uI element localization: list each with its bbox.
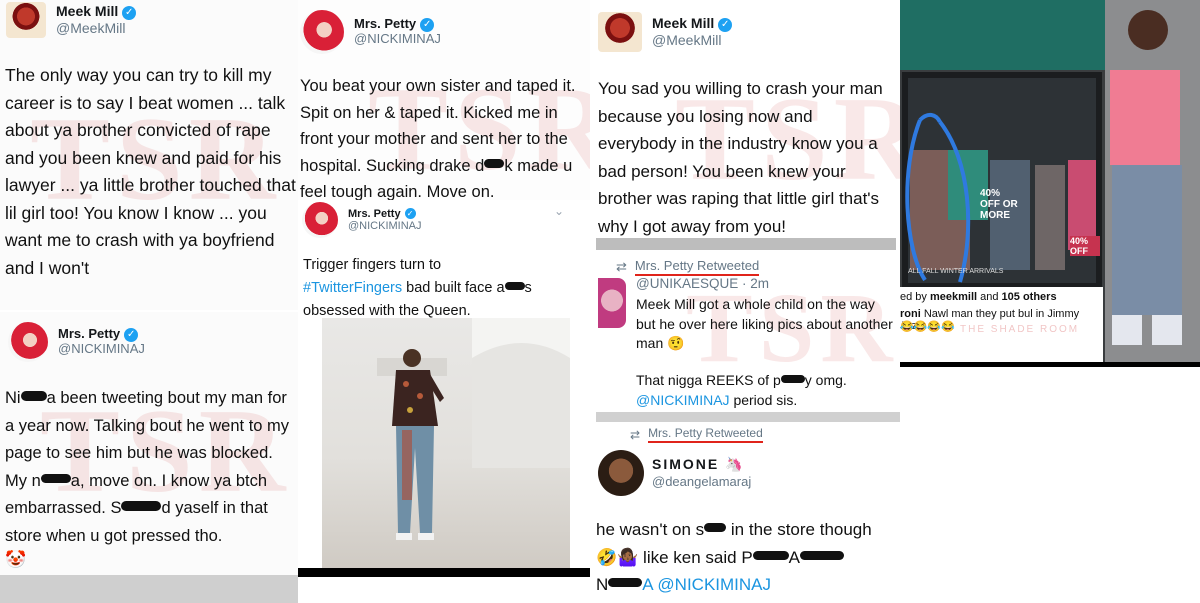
avatar[interactable] xyxy=(598,450,644,496)
user-handle[interactable]: @MeekMill xyxy=(652,32,732,48)
mention-link[interactable]: A @NICKIMINAJ xyxy=(642,575,771,594)
verified-badge-icon: ✓ xyxy=(122,6,137,21)
likes-count[interactable]: 105 others xyxy=(1002,291,1057,303)
display-name[interactable]: Meek Mill xyxy=(56,3,118,19)
redaction-mark xyxy=(752,550,789,560)
retweet-icon: ⇄ xyxy=(616,259,627,274)
display-name[interactable]: SIMONE 🦄 xyxy=(652,456,745,473)
tweet-text: The only way you can try to kill my care… xyxy=(5,65,296,278)
divider xyxy=(596,238,896,250)
tweet-petty-2: TSR Mrs. Petty ✓ @NICKIMINAJ You beat you… xyxy=(298,0,590,200)
tweet-text-line: Trigger fingers turn to xyxy=(303,257,442,273)
store-sign: 40% OFF OR MORE xyxy=(980,188,1020,221)
likes-line: ed by meekmill and 105 others xyxy=(900,291,1103,303)
tweet-text-part: period sis. xyxy=(729,391,798,408)
divider xyxy=(298,568,590,577)
tweet-text-part: A xyxy=(788,547,801,567)
likes-prefix: ed by xyxy=(900,291,930,303)
avatar[interactable] xyxy=(302,202,338,238)
tweet-text: Meek Mill got a whole child on the way b… xyxy=(636,296,893,351)
display-name[interactable]: Mrs. Petty xyxy=(354,16,416,31)
avatar[interactable] xyxy=(598,278,626,328)
avatar[interactable] xyxy=(300,10,344,54)
tweet-text: Ni a been tweeting bout my man for a year… xyxy=(5,385,297,550)
tweet-text-part: N xyxy=(596,575,609,594)
avatar[interactable] xyxy=(8,322,48,362)
store-sign-2: 40% OFF xyxy=(1070,236,1100,256)
avatar[interactable] xyxy=(598,12,642,52)
redaction-mark xyxy=(40,473,71,484)
user-handle[interactable]: @MeekMill xyxy=(56,20,136,36)
redaction-mark xyxy=(121,501,162,511)
retweet-simone: ⇄ Mrs. Petty Retweeted SIMONE 🦄 @deangel… xyxy=(590,422,900,603)
tweet-text-part: That nigga REEKS of p xyxy=(636,372,781,388)
retweeted-label[interactable]: Mrs. Petty Retweeted xyxy=(634,258,760,276)
display-name[interactable]: Mrs. Petty xyxy=(58,326,120,341)
retweeted-label[interactable]: Mrs. Petty Retweeted xyxy=(648,426,763,443)
comment-emojis: 😂😂😂😂 xyxy=(900,321,955,333)
retweet-unika: TSR ⇄ Mrs. Petty Retweeted @UNIKAESQUE ·… xyxy=(596,250,900,422)
redaction-mark xyxy=(704,523,727,533)
avatar[interactable] xyxy=(6,2,46,38)
tweet-text-part: y omg. xyxy=(804,372,847,388)
user-handle[interactable]: @NICKIMINAJ xyxy=(58,341,145,357)
user-handle[interactable]: @UNIKAESQUE · 2m xyxy=(636,276,769,291)
display-name[interactable]: Meek Mill xyxy=(652,15,714,31)
verified-badge-icon: ✓ xyxy=(420,18,435,33)
display-name[interactable]: Mrs. Petty xyxy=(348,208,401,220)
redaction-mark xyxy=(484,158,505,169)
tweet-text-part: he wasn't on s xyxy=(596,520,705,539)
redaction-mark xyxy=(20,391,47,401)
likes-mid: and xyxy=(977,291,1002,303)
redaction-mark xyxy=(780,375,805,383)
redaction-mark xyxy=(504,281,525,290)
liker-username[interactable]: meekmill xyxy=(930,291,977,303)
user-handle[interactable]: @NICKIMINAJ xyxy=(354,31,441,47)
tweet-text-part: bad built face a xyxy=(402,280,505,296)
sign-line: 40% OFF OR MORE xyxy=(980,188,1018,221)
verified-badge-icon: ✓ xyxy=(404,207,416,219)
comment-username[interactable]: roni xyxy=(900,308,921,320)
retweet-icon: ⇄ xyxy=(630,427,641,442)
divider xyxy=(596,412,900,422)
verified-badge-icon: ✓ xyxy=(124,328,139,343)
tweet-text-part: Ni xyxy=(5,389,21,407)
photo-scene xyxy=(377,318,570,540)
clown-emoji-icon: 🤡 xyxy=(5,550,27,569)
tweet-text: That nigga REEKS of py omg. @NICKIMINAJ … xyxy=(636,371,898,410)
instagram-post: 40% OFF OR MORE 40% OFF ALL FALL WINTER … xyxy=(900,0,1200,367)
tweet-text: You sad you willing to crash your man be… xyxy=(598,79,883,236)
tweet-text: Trigger fingers turn to #TwitterFingers … xyxy=(303,254,588,323)
sign-subline: ALL FALL WINTER ARRIVALS xyxy=(908,268,1004,275)
watermark-subtitle: THE SHADE ROOM xyxy=(960,324,1080,335)
user-handle[interactable]: @NICKIMINAJ xyxy=(348,220,422,233)
tweet-text-part: 🤣🤷🏾‍♀️ like ken said P xyxy=(596,547,753,567)
tweet-text: You beat your own sister and taped it. S… xyxy=(300,73,590,200)
blank-area xyxy=(900,367,1200,603)
tweet-meek-2: TSR Meek Mill ✓ @MeekMill You sad you wil… xyxy=(590,0,900,250)
tweet-petty-3: Mrs. Petty ✓ @NICKIMINAJ ⌄ Trigger finger… xyxy=(298,200,590,603)
hashtag-link[interactable]: #TwitterFingers xyxy=(303,280,402,296)
verified-badge-icon: ✓ xyxy=(718,18,733,33)
user-handle[interactable]: @deangelamaraj xyxy=(652,474,751,489)
redaction-mark xyxy=(800,550,845,560)
tweet-photo[interactable] xyxy=(322,318,570,570)
tweet-petty-1: TSR Mrs. Petty ✓ @NICKIMINAJ Ni a been twe… xyxy=(0,312,298,603)
chevron-down-icon[interactable]: ⌄ xyxy=(554,204,564,218)
divider xyxy=(0,575,298,603)
mention-link[interactable]: @NICKIMINAJ xyxy=(636,392,730,408)
redaction-mark xyxy=(608,578,643,588)
tweet-meek-1: TSR Meek Mill ✓ @MeekMill The only way yo… xyxy=(0,0,298,310)
tweet-text-part: in the store though xyxy=(730,520,872,539)
tweet-text: he wasn't on s in the store though 🤣🤷🏾‍♀… xyxy=(596,516,896,599)
